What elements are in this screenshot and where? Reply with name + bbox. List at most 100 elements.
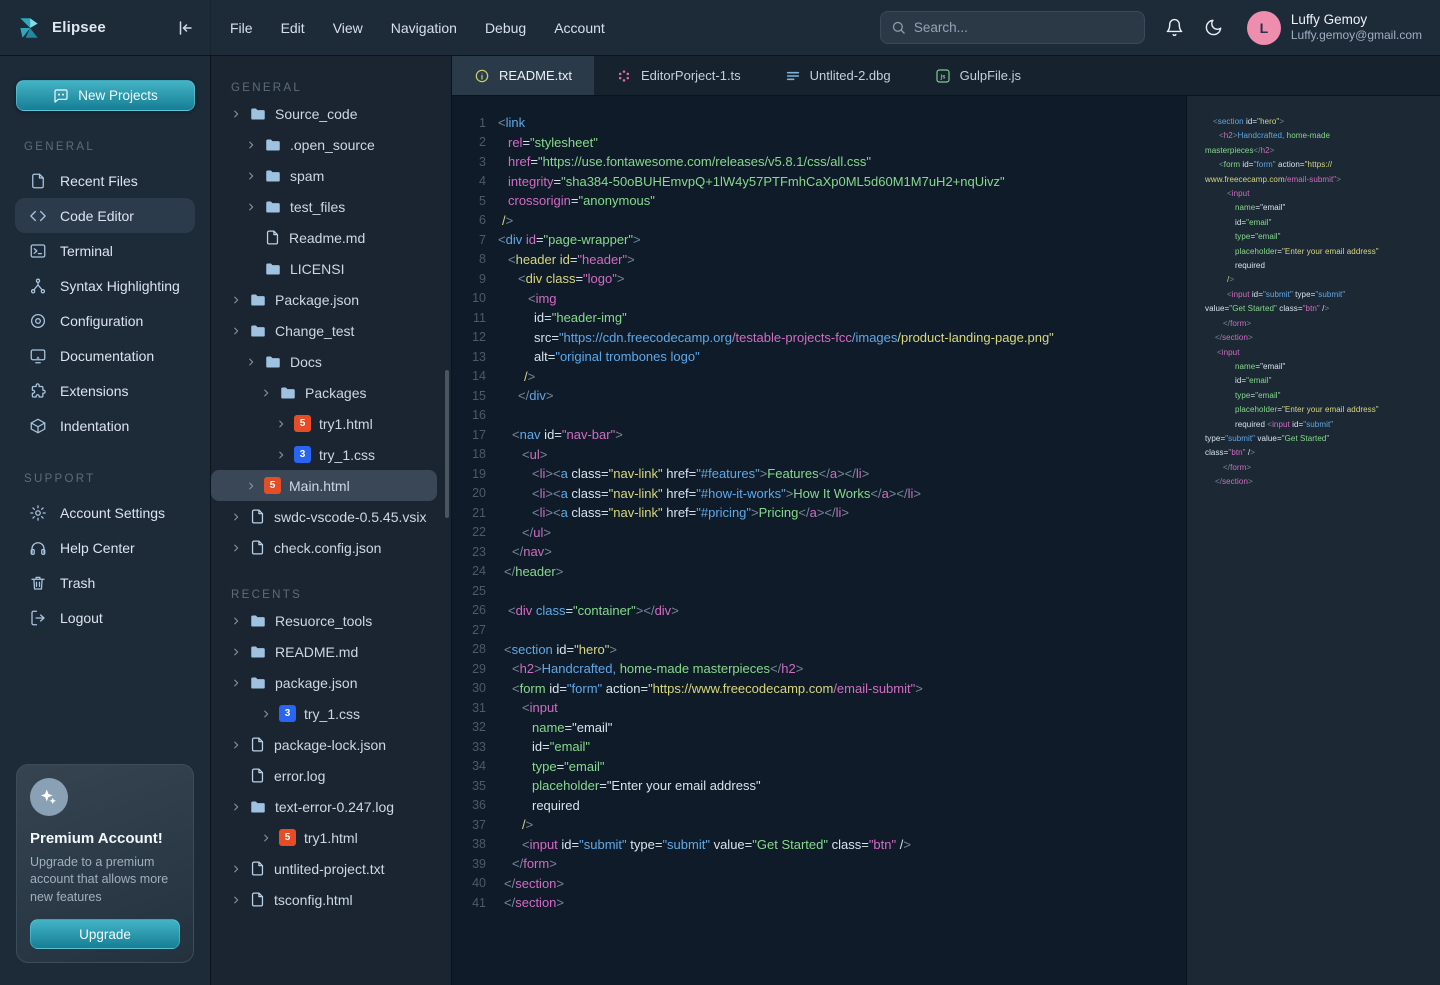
code-line[interactable]: 24 </header>: [452, 562, 1186, 582]
code-line[interactable]: 11 id="header-img": [452, 308, 1186, 328]
code-line[interactable]: 33 id="email": [452, 737, 1186, 757]
code-line[interactable]: 25: [452, 581, 1186, 601]
sidebar-item-indentation[interactable]: Indentation: [15, 408, 195, 443]
tab-editorporject-1-ts[interactable]: EditorPorject-1.ts: [594, 56, 763, 95]
chevron-right-icon[interactable]: [231, 740, 241, 750]
code-line[interactable]: 7 <div id="page-wrapper">: [452, 230, 1186, 250]
code-line[interactable]: 28 <section id="hero">: [452, 640, 1186, 660]
code-line[interactable]: 12 src="https://cdn.freecodecamp.org/tes…: [452, 328, 1186, 348]
chevron-right-icon[interactable]: [246, 140, 256, 150]
collapse-sidebar-icon[interactable]: [176, 19, 194, 37]
search-box[interactable]: [880, 11, 1145, 44]
chevron-right-icon[interactable]: [231, 109, 241, 119]
chevron-right-icon[interactable]: [276, 450, 286, 460]
code-line[interactable]: 19 <li><a class="nav-link" href="#featur…: [452, 464, 1186, 484]
sidebar-item-recent-files[interactable]: Recent Files: [15, 163, 195, 198]
chevron-right-icon[interactable]: [231, 616, 241, 626]
chevron-right-icon[interactable]: [246, 202, 256, 212]
notifications-bell-icon[interactable]: [1165, 18, 1184, 37]
tree-item[interactable]: swdc-vscode-0.5.45.vsix: [211, 501, 451, 532]
chevron-right-icon[interactable]: [231, 895, 241, 905]
code-line[interactable]: 2 rel="stylesheet": [452, 133, 1186, 153]
chevron-right-icon[interactable]: [231, 543, 241, 553]
search-input[interactable]: [914, 20, 1134, 35]
menu-item-account[interactable]: Account: [554, 20, 605, 36]
chevron-right-icon[interactable]: [231, 802, 241, 812]
tree-item[interactable]: 5 Main.html: [211, 470, 437, 501]
sidebar-item-terminal[interactable]: Terminal: [15, 233, 195, 268]
tree-item[interactable]: 5 try1.html: [211, 408, 451, 439]
tree-item[interactable]: .open_source: [211, 129, 451, 160]
chevron-right-icon[interactable]: [261, 833, 271, 843]
tree-item[interactable]: error.log: [211, 760, 451, 791]
tree-item[interactable]: Docs: [211, 346, 451, 377]
tree-item[interactable]: Readme.md: [211, 222, 451, 253]
chevron-right-icon[interactable]: [261, 709, 271, 719]
upgrade-button[interactable]: Upgrade: [30, 919, 180, 949]
sidebar-item-help-center[interactable]: Help Center: [15, 530, 195, 565]
chevron-right-icon[interactable]: [231, 326, 241, 336]
code-line[interactable]: 14 />: [452, 367, 1186, 387]
tree-item[interactable]: 3 try_1.css: [211, 698, 451, 729]
avatar[interactable]: L: [1247, 11, 1281, 45]
tree-item[interactable]: Packages: [211, 377, 451, 408]
tree-item[interactable]: Source_code: [211, 98, 451, 129]
code-line[interactable]: 21 <li><a class="nav-link" href="#pricin…: [452, 503, 1186, 523]
code-line[interactable]: 37 />: [452, 815, 1186, 835]
menu-item-navigation[interactable]: Navigation: [391, 20, 457, 36]
tree-item[interactable]: tsconfig.html: [211, 884, 451, 915]
chevron-right-icon[interactable]: [276, 419, 286, 429]
code-line[interactable]: 9 <div class="logo">: [452, 269, 1186, 289]
code-line[interactable]: 32 name="email": [452, 718, 1186, 738]
tab-gulpfile-js[interactable]: js GulpFile.js: [913, 56, 1043, 95]
code-line[interactable]: 23 </nav>: [452, 542, 1186, 562]
tree-item[interactable]: Change_test: [211, 315, 451, 346]
tab-untlited-2-dbg[interactable]: Untlited-2.dbg: [763, 56, 913, 95]
code-line[interactable]: 17 <nav id="nav-bar">: [452, 425, 1186, 445]
tab-readme-txt[interactable]: README.txt: [452, 56, 594, 95]
code-line[interactable]: 36 required: [452, 796, 1186, 816]
code-line[interactable]: 1 <link: [452, 113, 1186, 133]
code-line[interactable]: 22 </ul>: [452, 523, 1186, 543]
menu-item-file[interactable]: File: [230, 20, 253, 36]
code-line[interactable]: 40 </section>: [452, 874, 1186, 894]
sidebar-item-documentation[interactable]: Documentation: [15, 338, 195, 373]
tree-item[interactable]: package-lock.json: [211, 729, 451, 760]
sidebar-item-configuration[interactable]: Configuration: [15, 303, 195, 338]
code-line[interactable]: 34 type="email": [452, 757, 1186, 777]
chevron-right-icon[interactable]: [246, 171, 256, 181]
sidebar-item-logout[interactable]: Logout: [15, 600, 195, 635]
tree-item[interactable]: test_files: [211, 191, 451, 222]
chevron-right-icon[interactable]: [231, 647, 241, 657]
code-line[interactable]: 10 <img: [452, 289, 1186, 309]
chevron-right-icon[interactable]: [231, 678, 241, 688]
menu-item-view[interactable]: View: [333, 20, 363, 36]
tree-item[interactable]: LICENSI: [211, 253, 451, 284]
tree-scrollbar[interactable]: [445, 370, 449, 518]
tree-item[interactable]: untlited-project.txt: [211, 853, 451, 884]
code-line[interactable]: 8 <header id="header">: [452, 250, 1186, 270]
code-line[interactable]: 16: [452, 406, 1186, 426]
code-line[interactable]: 15 </div>: [452, 386, 1186, 406]
menu-item-edit[interactable]: Edit: [281, 20, 305, 36]
sidebar-item-code-editor[interactable]: Code Editor: [15, 198, 195, 233]
code-line[interactable]: 5 crossorigin="anonymous": [452, 191, 1186, 211]
code-line[interactable]: 26 <div class="container"></div>: [452, 601, 1186, 621]
code-line[interactable]: 6 />: [452, 211, 1186, 231]
tree-item[interactable]: package.json: [211, 667, 451, 698]
minimap[interactable]: <section id="hero"><h2>Handcrafted, home…: [1186, 96, 1440, 985]
code-line[interactable]: 4 integrity="sha384-50oBUHEmvpQ+1lW4y57P…: [452, 172, 1186, 192]
code-editor-area[interactable]: 1 <link 2 rel="stylesheet" 3 href="https…: [452, 96, 1186, 985]
sidebar-item-trash[interactable]: Trash: [15, 565, 195, 600]
sidebar-item-account-settings[interactable]: Account Settings: [15, 495, 195, 530]
chevron-right-icon[interactable]: [246, 357, 256, 367]
dark-mode-moon-icon[interactable]: [1204, 18, 1223, 37]
code-line[interactable]: 3 href="https://use.fontawesome.com/rele…: [452, 152, 1186, 172]
user-account[interactable]: L Luffy Gemoy Luffy.gemoy@gmail.com: [1247, 11, 1422, 45]
code-line[interactable]: 39 </form>: [452, 854, 1186, 874]
tree-item[interactable]: text-error-0.247.log: [211, 791, 451, 822]
tree-item[interactable]: check.config.json: [211, 532, 451, 563]
code-line[interactable]: 41 </section>: [452, 893, 1186, 913]
code-line[interactable]: 18 <ul>: [452, 445, 1186, 465]
code-line[interactable]: 29 <h2>Handcrafted, home-made masterpiec…: [452, 659, 1186, 679]
